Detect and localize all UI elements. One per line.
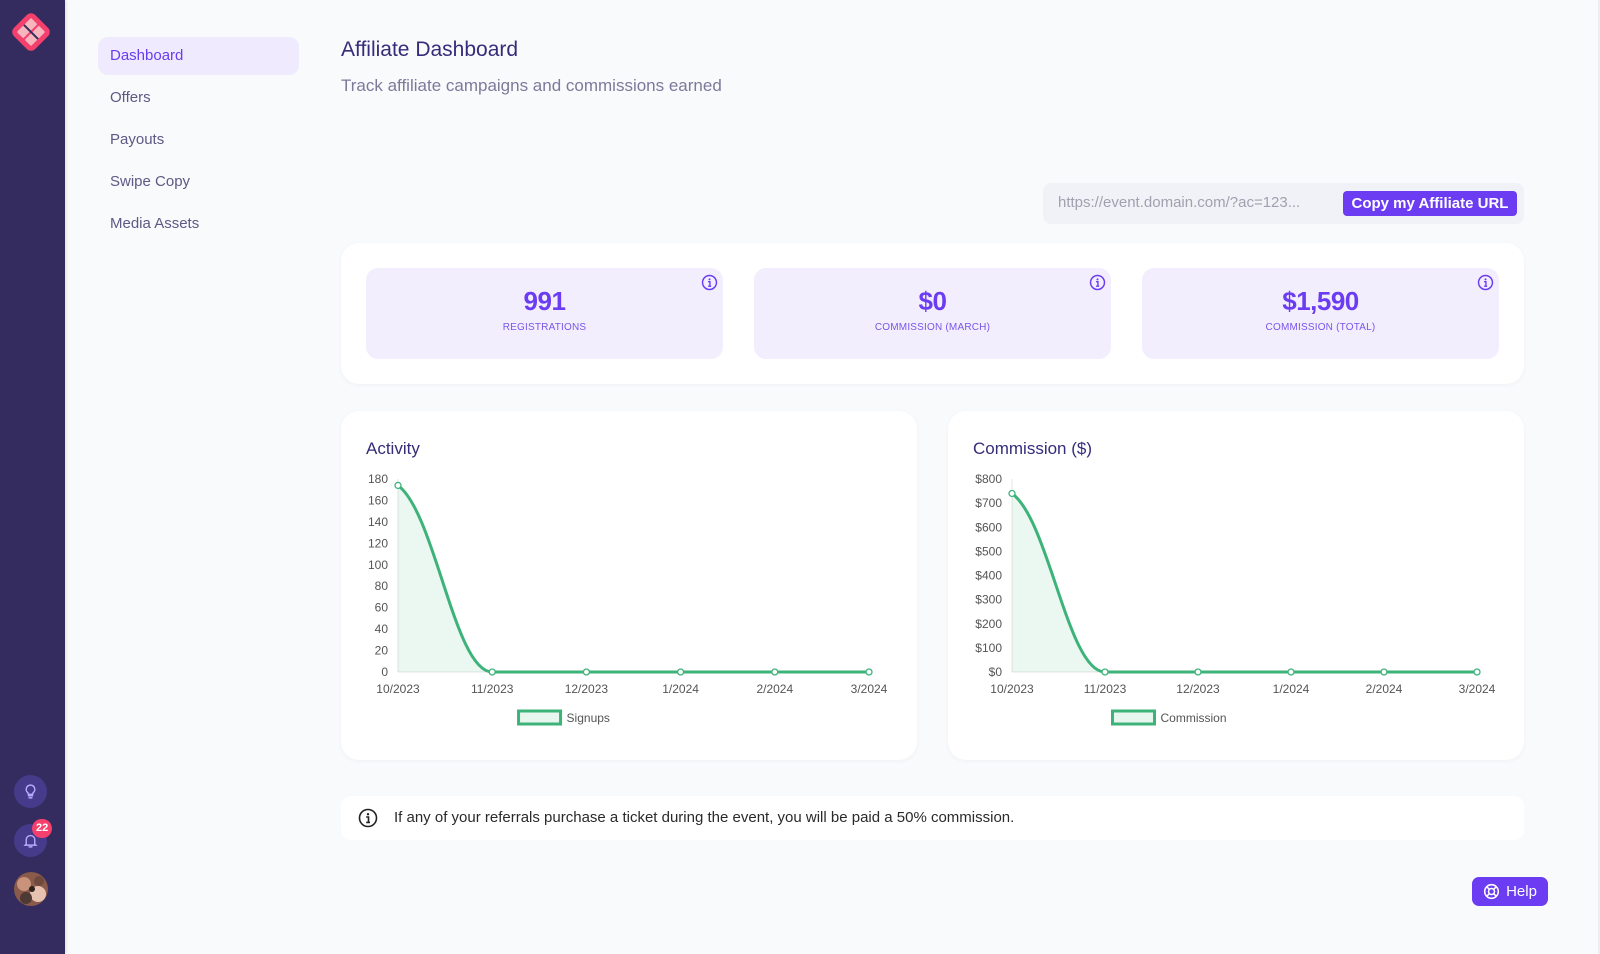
x-tick-label: 11/2023 xyxy=(1084,682,1127,696)
notice-text: If any of your referrals purchase a tick… xyxy=(394,809,1015,826)
x-tick-label: 10/2023 xyxy=(990,682,1034,696)
stat-label: Registrations xyxy=(502,322,587,333)
stat-card-registrations: 991 Registrations xyxy=(366,268,723,359)
stat-value: $1,590 xyxy=(1282,286,1359,316)
lightbulb-icon xyxy=(25,784,36,799)
info-icon[interactable] xyxy=(701,274,718,291)
user-avatar[interactable] xyxy=(14,872,48,906)
y-tick-label: $100 xyxy=(975,641,1002,655)
nav-item-payouts[interactable]: Payouts xyxy=(98,121,299,159)
x-tick-label: 3/2024 xyxy=(1459,682,1496,696)
app-rail: 22 xyxy=(0,0,65,954)
series-area xyxy=(1012,493,1477,672)
y-tick-label: 40 xyxy=(375,622,389,636)
x-tick-label: 2/2024 xyxy=(756,682,793,696)
y-tick-label: $0 xyxy=(989,665,1003,679)
legend-label[interactable]: Commission xyxy=(1161,711,1227,725)
y-tick-label: $400 xyxy=(975,569,1002,583)
avatar-image xyxy=(14,872,48,906)
y-tick-label: 80 xyxy=(375,579,389,593)
series-area xyxy=(398,485,869,672)
data-point[interactable] xyxy=(488,668,496,676)
y-tick-label: $800 xyxy=(975,472,1002,486)
x-tick-label: 1/2024 xyxy=(662,682,699,696)
data-point[interactable] xyxy=(771,668,779,676)
stat-card-commission-total: $1,590 Commission (Total) xyxy=(1142,268,1499,359)
logo-icon[interactable] xyxy=(9,10,53,54)
nav-item-dashboard[interactable]: Dashboard xyxy=(98,37,299,75)
data-point[interactable] xyxy=(1008,489,1016,498)
stats-panel: 991 Registrations $0 Commission (March) … xyxy=(341,243,1524,384)
data-point[interactable] xyxy=(1287,668,1295,676)
series-line xyxy=(1011,492,1477,674)
data-point[interactable] xyxy=(1194,668,1202,676)
stat-value: $0 xyxy=(918,286,947,316)
secondary-nav: Dashboard Offers Payouts Swipe Copy Medi… xyxy=(98,37,299,247)
nav-item-offers[interactable]: Offers xyxy=(98,79,299,117)
page-subtitle: Track affiliate campaigns and commission… xyxy=(341,76,722,95)
stat-label: Commission (March) xyxy=(874,322,991,333)
x-tick-label: 3/2024 xyxy=(851,682,888,696)
affiliate-url-field: https://event.domain.com/?ac=123... Copy… xyxy=(1043,183,1524,224)
x-tick-label: 10/2023 xyxy=(376,682,420,696)
y-tick-label: $200 xyxy=(975,617,1002,631)
stat-label: Commission (Total) xyxy=(1265,322,1376,333)
y-tick-label: $700 xyxy=(975,496,1002,510)
y-tick-label: 20 xyxy=(375,644,389,658)
y-tick-label: 100 xyxy=(368,558,388,572)
legend-swatch[interactable] xyxy=(517,709,563,726)
legend-swatch[interactable] xyxy=(1111,709,1156,726)
activity-chart: 0 20 40 60 80 100 120 140 160 180 10/2023 11/2023 12… xyxy=(368,472,888,726)
y-tick-label: 60 xyxy=(375,601,389,615)
y-tick-label: 140 xyxy=(368,515,388,529)
help-button[interactable]: Help xyxy=(1472,877,1548,906)
commission-chart-card: Commission ($) $0 $100 $200 $300 $400 $500 $60… xyxy=(948,411,1524,760)
x-tick-label: 12/2023 xyxy=(1176,682,1220,696)
x-tick-label: 1/2024 xyxy=(1273,682,1310,696)
y-tick-label: 180 xyxy=(368,472,388,486)
page-title: Affiliate Dashboard xyxy=(341,38,519,61)
help-label: Help xyxy=(1506,883,1537,900)
affiliate-url-value[interactable]: https://event.domain.com/?ac=123... xyxy=(1058,194,1300,211)
y-tick-label: $300 xyxy=(975,593,1002,607)
data-point[interactable] xyxy=(1380,668,1388,676)
data-point[interactable] xyxy=(394,481,402,490)
x-tick-label: 12/2023 xyxy=(565,682,609,696)
stat-card-commission-month: $0 Commission (March) xyxy=(754,268,1111,359)
legend-label[interactable]: Signups xyxy=(567,711,610,725)
y-tick-label: 120 xyxy=(368,536,388,550)
y-tick-label: $500 xyxy=(975,544,1002,558)
info-icon[interactable] xyxy=(1089,274,1106,291)
data-point[interactable] xyxy=(582,668,591,676)
info-icon xyxy=(358,808,378,828)
data-point[interactable] xyxy=(1473,668,1481,676)
info-icon[interactable] xyxy=(1477,274,1494,291)
data-point[interactable] xyxy=(1101,668,1109,676)
commission-chart: $0 $100 $200 $300 $400 $500 $600 $700 $800 10/202… xyxy=(975,472,1496,726)
data-point[interactable] xyxy=(865,668,873,676)
lifebuoy-icon xyxy=(1483,883,1500,900)
nav-item-media-assets[interactable]: Media Assets xyxy=(98,205,299,243)
x-tick-label: 11/2023 xyxy=(471,682,514,696)
data-point[interactable] xyxy=(676,668,685,676)
copy-affiliate-url-button[interactable]: Copy my Affiliate URL xyxy=(1343,191,1517,216)
activity-chart-card: Activity 0 20 40 60 80 100 120 140 160 180 10/2023… xyxy=(341,411,917,760)
y-tick-label: $600 xyxy=(975,520,1002,534)
y-tick-label: 0 xyxy=(381,665,388,679)
ideas-button[interactable] xyxy=(14,775,47,808)
notification-count-badge: 22 xyxy=(32,819,53,838)
y-tick-label: 160 xyxy=(368,493,388,507)
commission-notice: If any of your referrals purchase a tick… xyxy=(341,796,1524,840)
series-line xyxy=(397,484,869,674)
nav-item-swipe-copy[interactable]: Swipe Copy xyxy=(98,163,299,201)
x-tick-label: 2/2024 xyxy=(1366,682,1403,696)
stat-value: 991 xyxy=(523,286,566,316)
